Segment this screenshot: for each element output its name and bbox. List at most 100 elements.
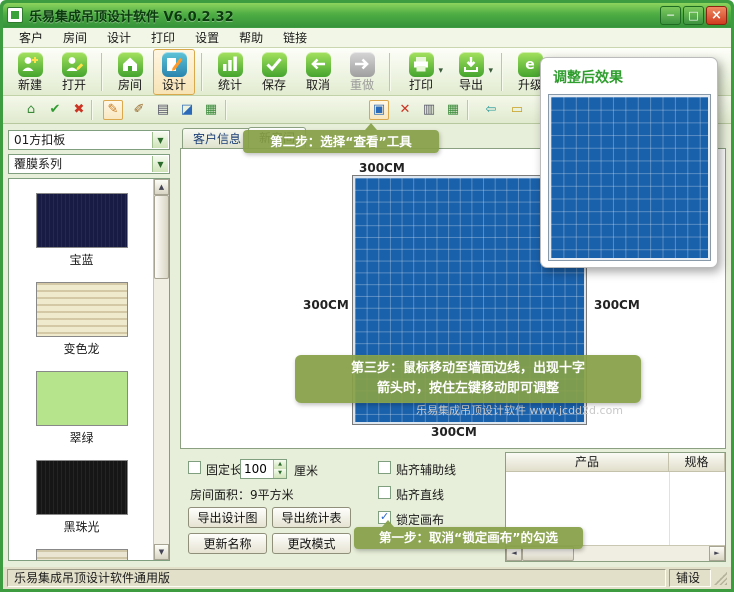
swatch-item-bianselong[interactable]: 变色龙 (9, 268, 154, 357)
dimension-bottom: 300CM (431, 425, 477, 439)
change-mode-button[interactable]: 更改模式 (272, 533, 351, 554)
series-select[interactable]: 覆膜系列 ▼ (8, 154, 170, 174)
swatch-image (36, 282, 128, 337)
lock-canvas-label: 锁定画布 (396, 511, 444, 528)
category-select-value: 01方扣板 (14, 133, 65, 147)
length-input[interactable] (241, 460, 273, 478)
length-stepper[interactable]: ▲ ▼ (240, 459, 287, 479)
menu-customer[interactable]: 客户 (9, 27, 53, 48)
toolbar-separator (501, 53, 503, 91)
resize-grip-icon[interactable] (714, 572, 727, 585)
add-grid-icon[interactable]: ▦ (201, 100, 221, 120)
swatch-image (36, 460, 128, 515)
swatch-image (36, 549, 128, 561)
material-list: 宝蓝 变色龙 翠绿 黑珠光 ▲ ▼ (8, 178, 170, 561)
minimize-button[interactable]: ─ (660, 6, 681, 25)
snap-guides-checkbox[interactable] (378, 461, 391, 474)
callout-arrow-up-icon (382, 520, 394, 527)
swatch-label: 变色龙 (63, 340, 99, 357)
swatch-item-heizhuguang[interactable]: 黑珠光 (9, 446, 154, 535)
callout-step3-line1: 第三步：鼠标移动至墙面边线，出现十字 (295, 359, 641, 379)
callout-step1-text: 第一步：取消“锁定画布”的勾选 (379, 530, 558, 545)
export-design-button[interactable]: 导出设计图 (188, 507, 267, 528)
scroll-right-icon[interactable]: ► (709, 546, 725, 561)
new-button[interactable]: 新建 (9, 49, 51, 95)
dimension-left: 300CM (303, 298, 349, 312)
spec-column-header[interactable]: 规格 (669, 453, 725, 471)
spinner-buttons: ▲ ▼ (273, 460, 286, 478)
category-select[interactable]: 01方扣板 ▼ (8, 130, 170, 150)
preview-panel: 调整后效果 (540, 57, 718, 268)
wand-icon[interactable]: ✐ (129, 100, 149, 120)
undo-icon (306, 52, 331, 77)
menu-room[interactable]: 房间 (53, 27, 97, 48)
menu-bar: 客户 房间 设计 打印 设置 帮助 链接 (3, 28, 731, 48)
close-button[interactable]: × (706, 6, 727, 25)
printer-icon[interactable]: ▤ (153, 100, 173, 120)
fill-icon[interactable]: ◪ (177, 100, 197, 120)
snap-lines-label: 贴齐直线 (396, 486, 444, 503)
save-icon (262, 52, 287, 77)
menu-links[interactable]: 链接 (273, 27, 317, 48)
statistics-icon (218, 52, 243, 77)
statistics-button[interactable]: 统计 (209, 49, 251, 95)
table-icon[interactable]: ▥ (419, 100, 439, 120)
view-tool-icon[interactable]: ▣ (369, 100, 389, 120)
callout-step2: 第二步：选择“查看”工具 (243, 130, 439, 153)
status-bar: 乐易集成吊顶设计软件通用版 铺设 (3, 567, 731, 589)
spin-up-icon[interactable]: ▲ (273, 460, 286, 469)
swatch-image (36, 193, 128, 248)
room-button[interactable]: 房间 (109, 49, 151, 95)
design-button[interactable]: 设计 (153, 49, 195, 95)
undo-button[interactable]: 取消 (297, 49, 339, 95)
home-icon[interactable]: ⌂ (21, 100, 41, 120)
print-dropdown-caret-icon[interactable]: ▾ (438, 66, 443, 76)
preview-title: 调整后效果 (553, 67, 623, 87)
toolbar-separator (467, 100, 469, 120)
menu-help[interactable]: 帮助 (229, 27, 273, 48)
spin-down-icon[interactable]: ▼ (273, 469, 286, 478)
print-button[interactable]: 打印 ▾ (397, 49, 445, 95)
export-stats-button[interactable]: 导出统计表 (272, 507, 351, 528)
redo-button[interactable]: 重做 (341, 49, 383, 95)
back-icon[interactable]: ⇦ (481, 100, 501, 120)
ruler-icon[interactable]: ▭ (507, 100, 527, 120)
chevron-down-icon[interactable]: ▼ (152, 132, 168, 148)
chevron-down-icon[interactable]: ▼ (152, 156, 168, 172)
tab-customer-info[interactable]: 客户信息 (182, 128, 252, 148)
open-button[interactable]: 打开 (53, 49, 95, 95)
swatch-label: 翠绿 (69, 429, 93, 446)
delete-icon[interactable]: ✖ (69, 100, 89, 120)
export-button[interactable]: 导出 ▾ (447, 49, 495, 95)
window-controls: ─ □ × (660, 6, 727, 25)
swatch-item-cuilv[interactable]: 翠绿 (9, 357, 154, 446)
remove-icon[interactable]: ✕ (395, 100, 415, 120)
apply-icon[interactable]: ✔ (45, 100, 65, 120)
print-icon (409, 52, 434, 77)
maximize-button[interactable]: □ (683, 6, 704, 25)
scroll-up-icon[interactable]: ▲ (154, 179, 169, 195)
material-list-scrollbar[interactable]: ▲ ▼ (153, 179, 169, 560)
menu-print[interactable]: 打印 (141, 27, 185, 48)
menu-design[interactable]: 设计 (97, 27, 141, 48)
menu-settings[interactable]: 设置 (185, 27, 229, 48)
open-customer-icon (62, 52, 87, 77)
window-title: 乐易集成吊顶设计软件 V6.0.2.32 (29, 6, 234, 25)
save-button[interactable]: 保存 (253, 49, 295, 95)
scrollbar-thumb[interactable] (154, 195, 169, 279)
status-text: 乐易集成吊顶设计软件通用版 (7, 569, 666, 587)
product-column-header[interactable]: 产品 (506, 453, 669, 471)
export-dropdown-caret-icon[interactable]: ▾ (488, 66, 493, 76)
update-name-button[interactable]: 更新名称 (188, 533, 267, 554)
toolbar-separator (201, 53, 203, 91)
layout-icon[interactable]: ▦ (443, 100, 463, 120)
scroll-down-icon[interactable]: ▼ (154, 544, 169, 560)
swatch-item-partial[interactable] (9, 535, 154, 561)
upgrade-icon: e (518, 52, 543, 77)
app-logo-icon (7, 7, 23, 23)
swatch-image (36, 371, 128, 426)
snap-lines-checkbox[interactable] (378, 486, 391, 499)
swatch-item-baolan[interactable]: 宝蓝 (9, 179, 154, 268)
fixed-length-checkbox[interactable] (188, 461, 201, 474)
brush-icon[interactable]: ✎ (103, 100, 123, 120)
